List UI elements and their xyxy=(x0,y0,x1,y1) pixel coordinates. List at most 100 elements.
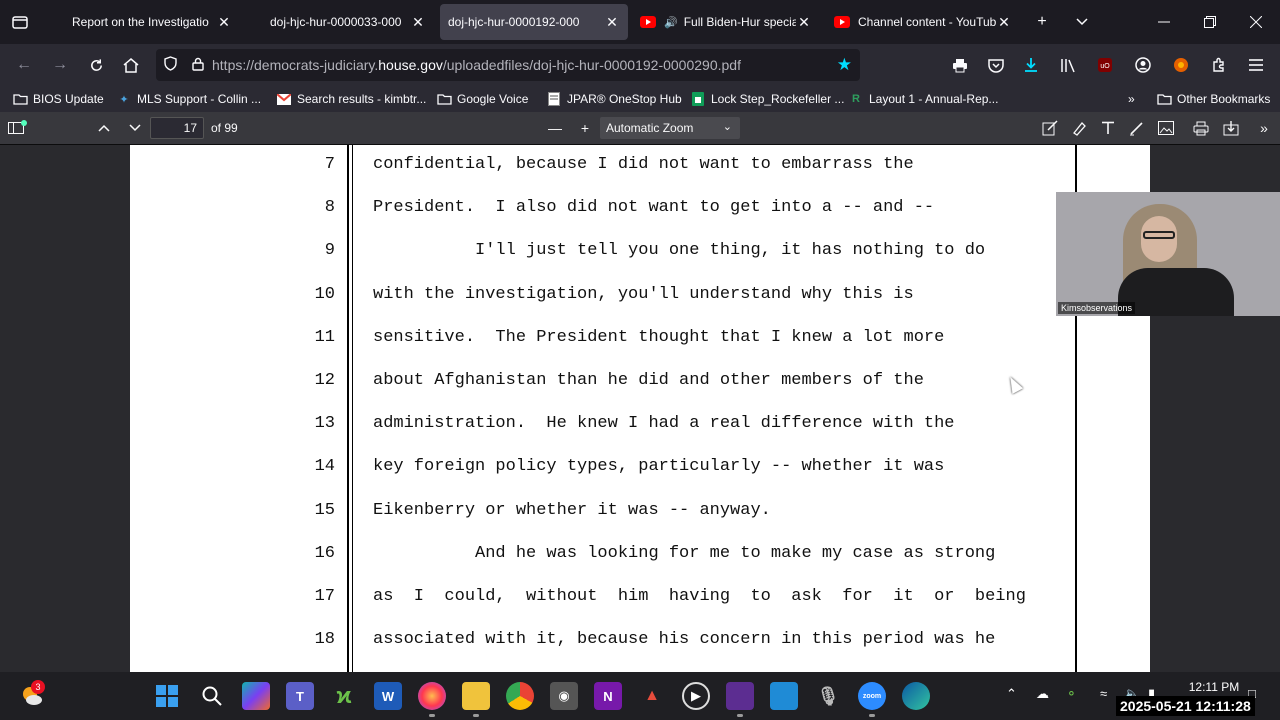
close-tab-icon[interactable]: ✕ xyxy=(996,14,1012,31)
edit-pdf-icon[interactable] xyxy=(1037,116,1063,140)
reload-button[interactable] xyxy=(80,49,112,81)
url-suffix: /uploadedfiles/doj-hjc-hur-0000192-00002… xyxy=(442,57,741,73)
firefox-taskbar-icon[interactable] xyxy=(418,682,446,710)
tab-1[interactable]: Report on the Investigatio ✕ xyxy=(64,4,240,40)
file-explorer-icon[interactable] xyxy=(462,682,490,710)
line-text: Eikenberry or whether it was -- anyway. xyxy=(373,500,771,520)
bookmark-6[interactable]: Lock Step_Rockefeller ... xyxy=(690,89,844,109)
bookmark-3[interactable]: Search results - kimbtr... xyxy=(276,89,426,109)
ublock-extension-icon[interactable]: uO xyxy=(1089,49,1121,81)
sidebar-toggle-icon[interactable] xyxy=(3,116,29,140)
line-text: confidential, because I did not want to … xyxy=(373,155,914,174)
svg-text:uO: uO xyxy=(1100,63,1110,70)
bookmark-1[interactable]: BIOS Update xyxy=(12,89,104,109)
speaker-icon[interactable]: 🔊 xyxy=(664,16,678,29)
transcript-line: 8 President. I also did not want to get i… xyxy=(130,198,1150,228)
url-domain: house.gov xyxy=(378,57,443,73)
bookmark-label: JPAR® OneStop Hub xyxy=(567,92,682,106)
media-player-icon[interactable]: ▶ xyxy=(682,682,710,710)
next-page-icon[interactable] xyxy=(122,116,148,140)
folder-icon xyxy=(12,92,28,106)
onenote-icon[interactable]: N xyxy=(594,682,622,710)
youtube-icon xyxy=(834,16,850,28)
firefox-view-icon[interactable] xyxy=(0,0,40,44)
onedrive-icon[interactable]: ☁ xyxy=(1036,686,1049,702)
red-app-icon[interactable]: ▲ xyxy=(638,682,666,710)
tray-overflow-chevron-icon[interactable]: ⌃ xyxy=(1006,686,1017,702)
page-count-label: of 99 xyxy=(211,121,238,135)
zoom-in-button[interactable]: + xyxy=(572,116,598,140)
line-number: 15 xyxy=(314,500,335,520)
bookmark-5[interactable]: JPAR® OneStop Hub xyxy=(546,89,682,109)
url-prefix: https://democrats-judiciary. xyxy=(212,57,379,73)
restore-button[interactable] xyxy=(1190,0,1230,44)
copilot-icon[interactable] xyxy=(242,682,270,710)
bookmark-7[interactable]: R Layout 1 - Annual-Rep... xyxy=(848,89,998,109)
photos-icon[interactable] xyxy=(770,682,798,710)
home-button[interactable] xyxy=(115,49,147,81)
page-number-input[interactable] xyxy=(150,117,204,139)
shield-icon[interactable] xyxy=(156,56,184,74)
bookmark-4[interactable]: Google Voice xyxy=(436,89,528,109)
pdf-print-icon[interactable] xyxy=(1188,116,1214,140)
downloads-icon[interactable] xyxy=(1015,49,1047,81)
microphone-icon[interactable]: 🎙 xyxy=(814,682,842,710)
pocket-icon[interactable] xyxy=(980,49,1012,81)
line-text: key foreign policy types, particularly -… xyxy=(373,457,945,477)
bookmark-star-icon[interactable]: ★ xyxy=(837,55,852,75)
back-button[interactable]: ← xyxy=(8,49,40,81)
list-all-tabs-icon[interactable] xyxy=(1062,0,1102,44)
close-tab-icon[interactable]: ✕ xyxy=(216,14,232,31)
add-image-icon[interactable] xyxy=(1153,116,1179,140)
line-number: 12 xyxy=(314,371,335,390)
explorer-running-indicator xyxy=(473,714,479,717)
line-text: President. I also did not want to get in… xyxy=(373,198,935,218)
transcript-line: 18 associated with it, because his concer… xyxy=(130,630,1150,660)
teams-icon[interactable]: T xyxy=(286,682,314,710)
edge-icon[interactable] xyxy=(902,682,930,710)
bookmark-2[interactable]: ✦ MLS Support - Collin ... xyxy=(116,89,261,109)
highlight-icon[interactable] xyxy=(1066,116,1092,140)
clipchamp-icon[interactable] xyxy=(726,682,754,710)
url-bar[interactable]: https://democrats-judiciary.house.gov/up… xyxy=(156,49,860,81)
bookmark-8[interactable]: Other Bookmarks xyxy=(1156,89,1270,109)
start-windows-icon[interactable] xyxy=(153,682,181,710)
minimize-button[interactable] xyxy=(1144,0,1184,44)
save-pdf-icon[interactable] xyxy=(1218,116,1244,140)
draw-icon[interactable] xyxy=(1124,116,1150,140)
green-app-icon[interactable]: ϰ xyxy=(330,682,358,710)
zoom-out-button[interactable]: — xyxy=(542,116,568,140)
mic-tray-icon[interactable]: ⚬ xyxy=(1066,686,1077,702)
library-icon[interactable] xyxy=(1052,49,1084,81)
chrome-icon[interactable] xyxy=(506,682,534,710)
zoom-app-icon[interactable]: zoom xyxy=(858,682,886,710)
tab-3[interactable]: doj-hjc-hur-0000192-000 ✕ xyxy=(440,4,628,40)
camera-icon[interactable]: ◉ xyxy=(550,682,578,710)
lock-icon[interactable] xyxy=(184,57,212,74)
zoom-select[interactable]: Automatic Zoom ⌄ xyxy=(600,117,740,139)
close-window-button[interactable] xyxy=(1236,0,1276,44)
wifi-icon[interactable]: ≈ xyxy=(1100,686,1107,701)
tab-5[interactable]: Channel content - YouTub ✕ xyxy=(826,4,1020,40)
tab-4[interactable]: 🔊 Full Biden-Hur special ✕ xyxy=(632,4,820,40)
transcript-line: 7 confidential, because I did not want to… xyxy=(130,155,1150,185)
close-tab-icon[interactable]: ✕ xyxy=(796,14,812,31)
more-bookmarks-chevron-icon[interactable]: » xyxy=(1128,89,1135,109)
search-icon[interactable] xyxy=(198,682,226,710)
close-tab-icon[interactable]: ✕ xyxy=(410,14,426,31)
text-tool-icon[interactable] xyxy=(1095,116,1121,140)
taskbar-clock[interactable]: 12:11 PM xyxy=(1184,680,1244,694)
extensions-icon[interactable] xyxy=(1203,49,1235,81)
forward-button[interactable]: → xyxy=(44,49,76,81)
url-text: https://democrats-judiciary.house.gov/up… xyxy=(212,57,741,73)
new-tab-button[interactable]: + xyxy=(1022,0,1062,44)
account-icon[interactable] xyxy=(1127,49,1159,81)
print-icon[interactable] xyxy=(944,49,976,81)
tab-2[interactable]: doj-hjc-hur-0000033-000 ✕ xyxy=(262,4,434,40)
more-tools-icon[interactable]: » xyxy=(1251,116,1277,140)
word-icon[interactable]: W xyxy=(374,682,402,710)
menu-icon[interactable] xyxy=(1240,49,1272,81)
extension-orange-icon[interactable] xyxy=(1165,49,1197,81)
previous-page-icon[interactable] xyxy=(91,116,117,140)
close-tab-icon[interactable]: ✕ xyxy=(604,14,620,31)
